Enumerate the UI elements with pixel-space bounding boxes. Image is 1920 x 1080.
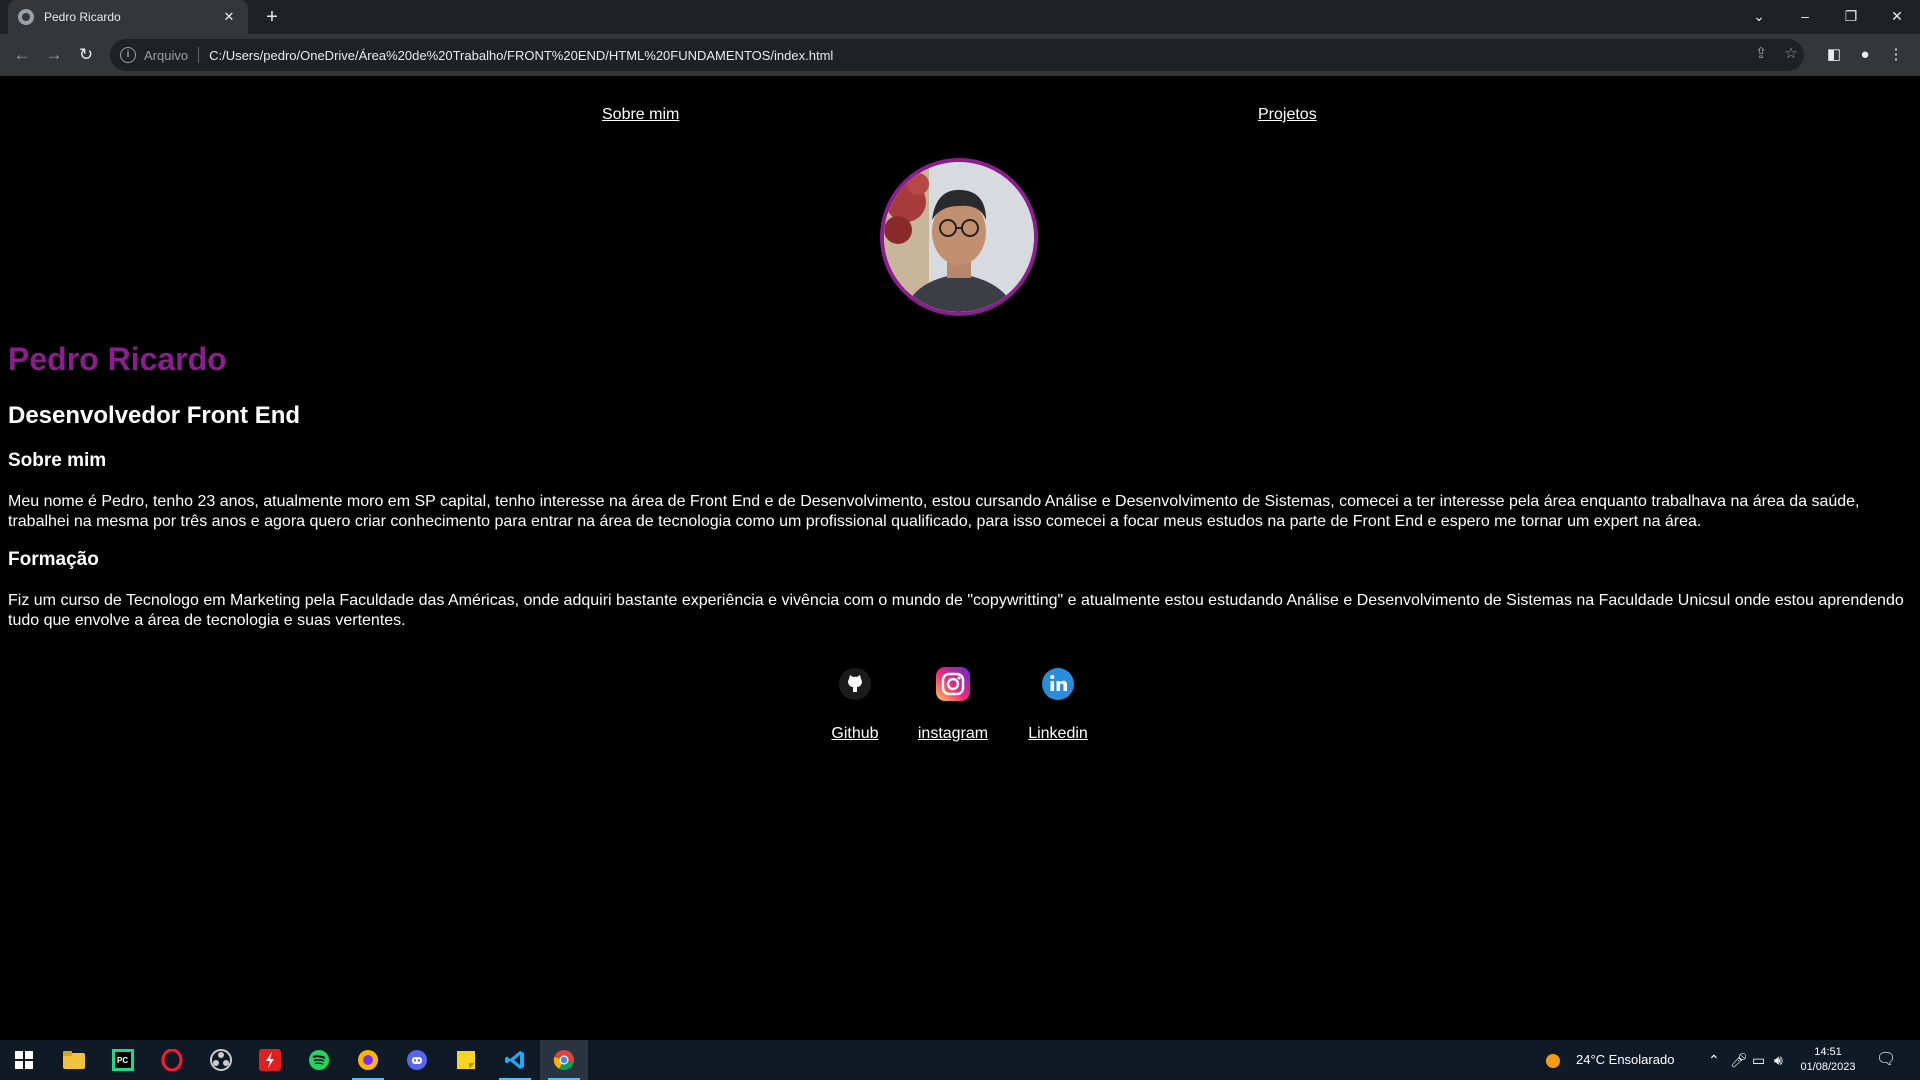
discord-icon[interactable]	[393, 1040, 441, 1080]
minimize-button[interactable]: –	[1782, 0, 1828, 34]
pycharm-icon[interactable]: PC	[99, 1040, 147, 1080]
nav-link-about[interactable]: Sobre mim	[602, 106, 679, 124]
github-link[interactable]: Github	[820, 725, 890, 743]
linkedin-icon[interactable]	[1040, 666, 1076, 702]
tab-search-button[interactable]: ⌄	[1736, 0, 1782, 34]
flash-icon[interactable]	[246, 1040, 294, 1080]
tab-close-button[interactable]: ✕	[220, 9, 238, 25]
svg-text:PC: PC	[117, 1056, 128, 1065]
address-bar[interactable]: i Arquivo C:/Users/pedro/OneDrive/Área%2…	[110, 39, 1804, 71]
brave-icon[interactable]	[344, 1040, 392, 1080]
chrome-icon[interactable]	[540, 1040, 588, 1080]
new-tab-button[interactable]: +	[258, 3, 286, 31]
protocol-label: Arquivo	[144, 47, 189, 63]
profile-name: Pedro Ricardo	[8, 341, 227, 377]
opera-icon[interactable]	[148, 1040, 196, 1080]
browser-tab-strip: Pedro Ricardo ✕ + ⌄ – ❐ ✕	[0, 0, 1920, 34]
education-heading: Formação	[8, 549, 99, 570]
instagram-icon[interactable]	[935, 666, 971, 702]
notifications-icon[interactable]: 🗨︎	[1876, 1040, 1896, 1080]
side-panel-icon[interactable]: ◧	[1822, 43, 1846, 67]
obs-icon[interactable]	[197, 1040, 245, 1080]
social-instagram: instagram	[915, 666, 991, 743]
volume-icon[interactable]: 🔊︎	[1774, 1040, 1783, 1080]
share-icon[interactable]: ⇪	[1750, 43, 1772, 65]
taskbar: PC 24°C Ensolarado ⌃ 🎤︎ ▭ 🔊︎ 14:51 01/08…	[0, 1040, 1920, 1080]
social-linkedin: Linkedin	[1023, 666, 1093, 743]
chevron-up-icon[interactable]: ⌃	[1708, 1040, 1720, 1080]
weather-sun-icon[interactable]	[1545, 1040, 1561, 1080]
about-text: Meu nome é Pedro, tenho 23 anos, atualme…	[8, 493, 1860, 530]
nav-link-projects[interactable]: Projetos	[1258, 106, 1317, 124]
tab-title: Pedro Ricardo	[44, 10, 121, 24]
info-icon[interactable]: i	[120, 47, 136, 63]
omnibox-divider	[198, 47, 200, 63]
about-heading: Sobre mim	[8, 450, 107, 471]
file-explorer-icon[interactable]	[50, 1040, 98, 1080]
clock-time: 14:51	[1814, 1046, 1842, 1058]
globe-icon	[18, 9, 34, 25]
profile-photo	[884, 162, 1034, 312]
network-icon[interactable]: ▭	[1752, 1040, 1765, 1080]
spotify-icon[interactable]	[295, 1040, 343, 1080]
social-github: Github	[820, 666, 890, 743]
profile-role: Desenvolvedor Front End	[8, 402, 301, 429]
menu-icon[interactable]: ⋮	[1884, 43, 1908, 67]
github-icon[interactable]	[837, 666, 873, 702]
back-icon[interactable]: ←	[8, 41, 36, 69]
clock[interactable]: 14:51 01/08/2023	[1800, 1040, 1856, 1080]
vscode-icon[interactable]	[491, 1040, 539, 1080]
education-text: Fiz um curso de Tecnologo em Marketing p…	[8, 592, 1904, 629]
close-window-button[interactable]: ✕	[1874, 0, 1920, 34]
bookmark-star-icon[interactable]: ☆	[1780, 43, 1802, 65]
browser-tab[interactable]: Pedro Ricardo ✕	[8, 0, 248, 34]
clock-date: 01/08/2023	[1800, 1061, 1856, 1073]
instagram-link[interactable]: instagram	[915, 725, 991, 743]
linkedin-link[interactable]: Linkedin	[1023, 725, 1093, 743]
weather-text[interactable]: 24°C Ensolarado	[1576, 1040, 1674, 1080]
browser-toolbar: ← → ↻ i Arquivo C:/Users/pedro/OneDrive/…	[0, 34, 1920, 76]
profile-icon[interactable]: ●	[1853, 43, 1877, 67]
avatar	[880, 158, 1038, 316]
microphone-icon[interactable]: 🎤︎	[1730, 1040, 1748, 1080]
reload-icon[interactable]: ↻	[72, 41, 100, 69]
restore-button[interactable]: ❐	[1828, 0, 1874, 34]
url-text[interactable]: C:/Users/pedro/OneDrive/Área%20de%20Trab…	[209, 48, 833, 63]
forward-icon[interactable]: →	[40, 41, 68, 69]
sticky-notes-icon[interactable]	[442, 1040, 490, 1080]
windows-start-icon[interactable]	[0, 1040, 48, 1080]
page-content: Sobre mim Projetos Pedro Ricardo Desenvo…	[0, 76, 1920, 1039]
